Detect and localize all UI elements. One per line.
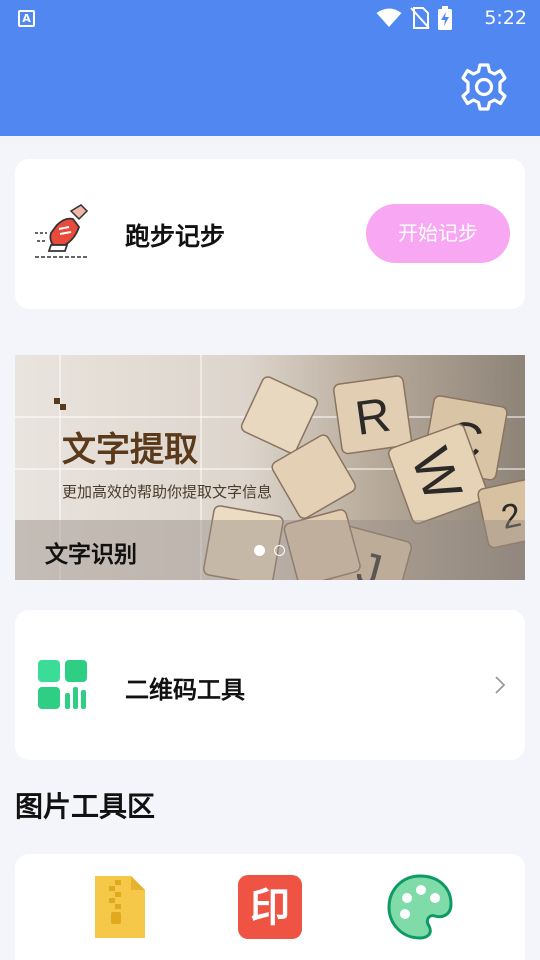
notification-icon: A xyxy=(18,10,35,27)
banner-subtitle: 更加高效的帮助你提取文字信息 xyxy=(62,483,273,501)
image-tools-section-title: 图片工具区 xyxy=(15,790,156,823)
status-time: 5:22 xyxy=(484,7,527,29)
stamp-icon[interactable]: 印 xyxy=(237,874,303,940)
running-card[interactable]: 跑步记步 开始记步 xyxy=(15,159,525,309)
zip-file-icon[interactable] xyxy=(87,874,153,940)
gear-icon[interactable] xyxy=(459,62,509,112)
banner-title: 文字提取 xyxy=(62,430,198,470)
banner-caption: 文字识别 xyxy=(45,542,137,568)
qr-tool-title: 二维码工具 xyxy=(125,676,245,704)
image-tools-card: 印 xyxy=(15,854,525,960)
start-step-button[interactable]: 开始记步 xyxy=(366,204,510,263)
no-sim-icon xyxy=(410,7,430,29)
wifi-icon xyxy=(376,8,402,27)
tile-letter-r: R xyxy=(352,389,394,446)
status-bar: A 5:22 xyxy=(0,0,540,36)
qr-tool-card[interactable]: 二维码工具 xyxy=(15,610,525,760)
carousel-dot[interactable] xyxy=(274,545,285,556)
palette-icon[interactable] xyxy=(387,874,453,940)
chevron-right-icon xyxy=(495,676,506,694)
running-title: 跑步记步 xyxy=(125,222,226,251)
qr-tool-icon xyxy=(38,660,87,709)
battery-charging-icon xyxy=(438,6,452,30)
stamp-glyph: 印 xyxy=(250,885,290,931)
app-header: A 5:22 xyxy=(0,0,540,136)
running-shoe-icon xyxy=(35,204,89,258)
status-icons xyxy=(376,6,452,30)
text-recognition-banner[interactable]: R C W J 2 xyxy=(15,355,525,580)
carousel-dot-active[interactable] xyxy=(254,545,265,556)
